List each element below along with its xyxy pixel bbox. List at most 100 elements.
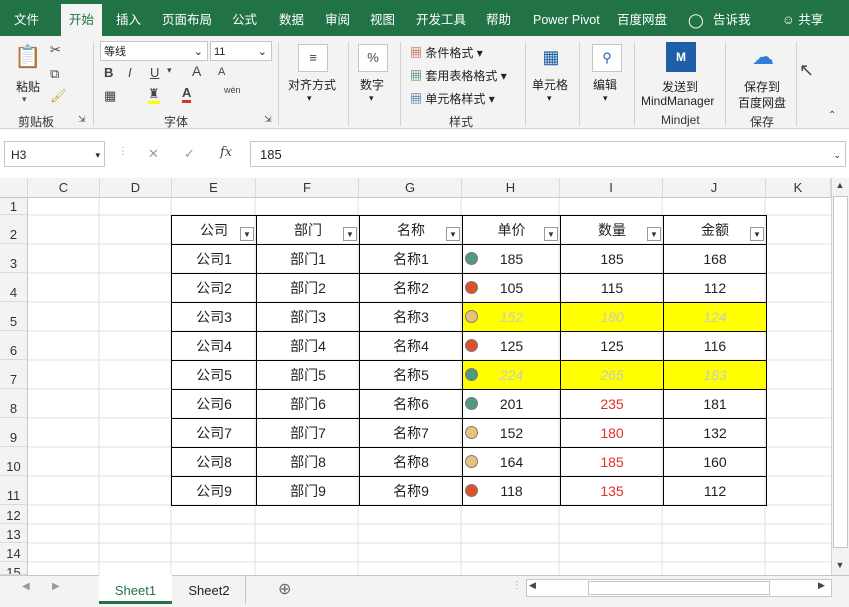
table-cell-dept[interactable]: 部门2	[256, 273, 360, 303]
chevron-down-icon[interactable]: ▾	[307, 93, 312, 104]
table-cell-name[interactable]: 名称2	[359, 273, 463, 303]
table-cell-amount[interactable]: 112	[663, 476, 767, 506]
lightbulb-icon[interactable]: ◯	[688, 0, 704, 36]
table-cell-amount[interactable]: 116	[663, 331, 767, 361]
col-header-j[interactable]: J	[663, 178, 766, 198]
row-header[interactable]: 10	[0, 447, 28, 476]
tab-page-layout[interactable]: 页面布局	[162, 0, 212, 36]
row-header[interactable]: 2	[0, 215, 28, 244]
filter-dropdown-icon[interactable]: ▼	[240, 227, 254, 241]
dialog-launcher-icon[interactable]: ⇲	[264, 114, 272, 125]
baidu-netdisk-label[interactable]: 百度网盘	[738, 94, 786, 111]
header-cell[interactable]: 部门 ▼	[256, 215, 360, 245]
table-cell-price[interactable]: 125	[462, 331, 561, 361]
table-cell-qty[interactable]: 135	[560, 476, 664, 506]
table-cell-qty[interactable]: 180	[560, 302, 664, 332]
table-cell-amount[interactable]: 160	[663, 447, 767, 477]
insert-function-button[interactable]: fx	[220, 145, 232, 160]
filter-dropdown-icon[interactable]: ▼	[446, 227, 460, 241]
row-header[interactable]: 7	[0, 360, 28, 389]
cell-styles-button[interactable]: ▦ 单元格样式 ▾	[410, 90, 495, 107]
font-color-icon[interactable]: A	[182, 86, 192, 103]
copy-icon[interactable]: ⧉	[50, 66, 59, 82]
table-cell-name[interactable]: 名称6	[359, 389, 463, 419]
header-cell[interactable]: 名称 ▼	[359, 215, 463, 245]
table-cell-price[interactable]: 201	[462, 389, 561, 419]
scroll-left-icon[interactable]: ◀	[529, 580, 536, 591]
table-cell-company[interactable]: 公司7	[171, 418, 257, 448]
tab-help[interactable]: 帮助	[486, 0, 511, 36]
col-header-d[interactable]: D	[100, 178, 172, 198]
table-cell-name[interactable]: 名称3	[359, 302, 463, 332]
col-header-f[interactable]: F	[256, 178, 359, 198]
table-cell-dept[interactable]: 部门8	[256, 447, 360, 477]
table-cell-company[interactable]: 公司5	[171, 360, 257, 390]
filter-dropdown-icon[interactable]: ▼	[750, 227, 764, 241]
fill-color-icon[interactable]: ♜	[148, 87, 160, 104]
border-icon[interactable]: ▦	[104, 88, 116, 104]
table-cell-amount[interactable]: 132	[663, 418, 767, 448]
alignment-label[interactable]: 对齐方式	[288, 76, 336, 93]
editing-label[interactable]: 编辑	[593, 76, 617, 93]
collapse-ribbon-icon[interactable]: ⌃	[828, 110, 836, 121]
col-header-k[interactable]: K	[766, 178, 831, 198]
cells-label[interactable]: 单元格	[532, 76, 568, 93]
chevron-down-icon[interactable]: ▾	[603, 93, 608, 104]
col-header-e[interactable]: E	[172, 178, 256, 198]
send-to-label[interactable]: 发送到	[662, 78, 698, 95]
table-cell-dept[interactable]: 部门5	[256, 360, 360, 390]
sheet-tab-sheet2[interactable]: Sheet2	[173, 575, 246, 604]
table-cell-dept[interactable]: 部门7	[256, 418, 360, 448]
scroll-up-icon[interactable]: ▲	[832, 180, 848, 190]
table-cell-dept[interactable]: 部门9	[256, 476, 360, 506]
scroll-right-icon[interactable]: ▶	[818, 580, 825, 591]
row-header[interactable]: 4	[0, 273, 28, 302]
cancel-icon[interactable]: ✕	[148, 146, 159, 162]
tab-data[interactable]: 数据	[279, 0, 304, 36]
table-cell-company[interactable]: 公司4	[171, 331, 257, 361]
table-cell-name[interactable]: 名称7	[359, 418, 463, 448]
col-header-i[interactable]: I	[560, 178, 663, 198]
tab-review[interactable]: 审阅	[325, 0, 350, 36]
mindmanager-icon[interactable]: M	[666, 42, 696, 72]
tab-insert[interactable]: 插入	[116, 0, 141, 36]
select-all-corner[interactable]	[0, 178, 28, 198]
filter-dropdown-icon[interactable]: ▼	[544, 227, 558, 241]
chevron-down-icon[interactable]: ▾	[369, 93, 374, 104]
prev-sheet-icon[interactable]: ◀	[22, 581, 30, 592]
table-cell-price[interactable]: 105	[462, 273, 561, 303]
chevron-down-icon[interactable]: ▾	[167, 65, 172, 76]
table-cell-dept[interactable]: 部门4	[256, 331, 360, 361]
row-header[interactable]: 12	[0, 505, 28, 524]
header-cell[interactable]: 数量 ▼	[560, 215, 664, 245]
table-cell-dept[interactable]: 部门3	[256, 302, 360, 332]
table-cell-qty[interactable]: 115	[560, 273, 664, 303]
save-to-label[interactable]: 保存到	[744, 78, 780, 95]
next-sheet-icon[interactable]: ▶	[52, 581, 60, 592]
table-cell-company[interactable]: 公司8	[171, 447, 257, 477]
grow-font-button[interactable]: A	[192, 63, 201, 79]
font-name-select[interactable]: 等线 ⌄	[100, 41, 208, 61]
table-cell-amount[interactable]: 181	[663, 389, 767, 419]
row-header[interactable]: 13	[0, 524, 28, 543]
phonetic-icon[interactable]: wén	[224, 85, 241, 95]
enter-icon[interactable]: ✓	[184, 146, 195, 162]
col-header-h[interactable]: H	[462, 178, 560, 198]
italic-button[interactable]: I	[128, 65, 132, 80]
tab-home[interactable]: 开始	[61, 4, 103, 36]
table-cell-qty[interactable]: 265	[560, 360, 664, 390]
table-cell-price[interactable]: 152	[462, 418, 561, 448]
shrink-font-button[interactable]: A	[218, 66, 225, 78]
header-cell[interactable]: 公司 ▼	[171, 215, 257, 245]
table-cell-name[interactable]: 名称8	[359, 447, 463, 477]
horizontal-scroll-thumb[interactable]	[588, 581, 770, 595]
paste-icon[interactable]: 📋	[14, 44, 42, 74]
row-header[interactable]: 8	[0, 389, 28, 418]
tell-me[interactable]: 告诉我	[713, 0, 751, 36]
table-cell-name[interactable]: 名称5	[359, 360, 463, 390]
table-cell-name[interactable]: 名称9	[359, 476, 463, 506]
cells-icon[interactable]: ▦	[537, 44, 565, 70]
format-as-table-button[interactable]: ▦ 套用表格格式 ▾	[410, 67, 507, 84]
bold-button[interactable]: B	[104, 65, 113, 80]
number-label[interactable]: 数字	[360, 76, 384, 93]
